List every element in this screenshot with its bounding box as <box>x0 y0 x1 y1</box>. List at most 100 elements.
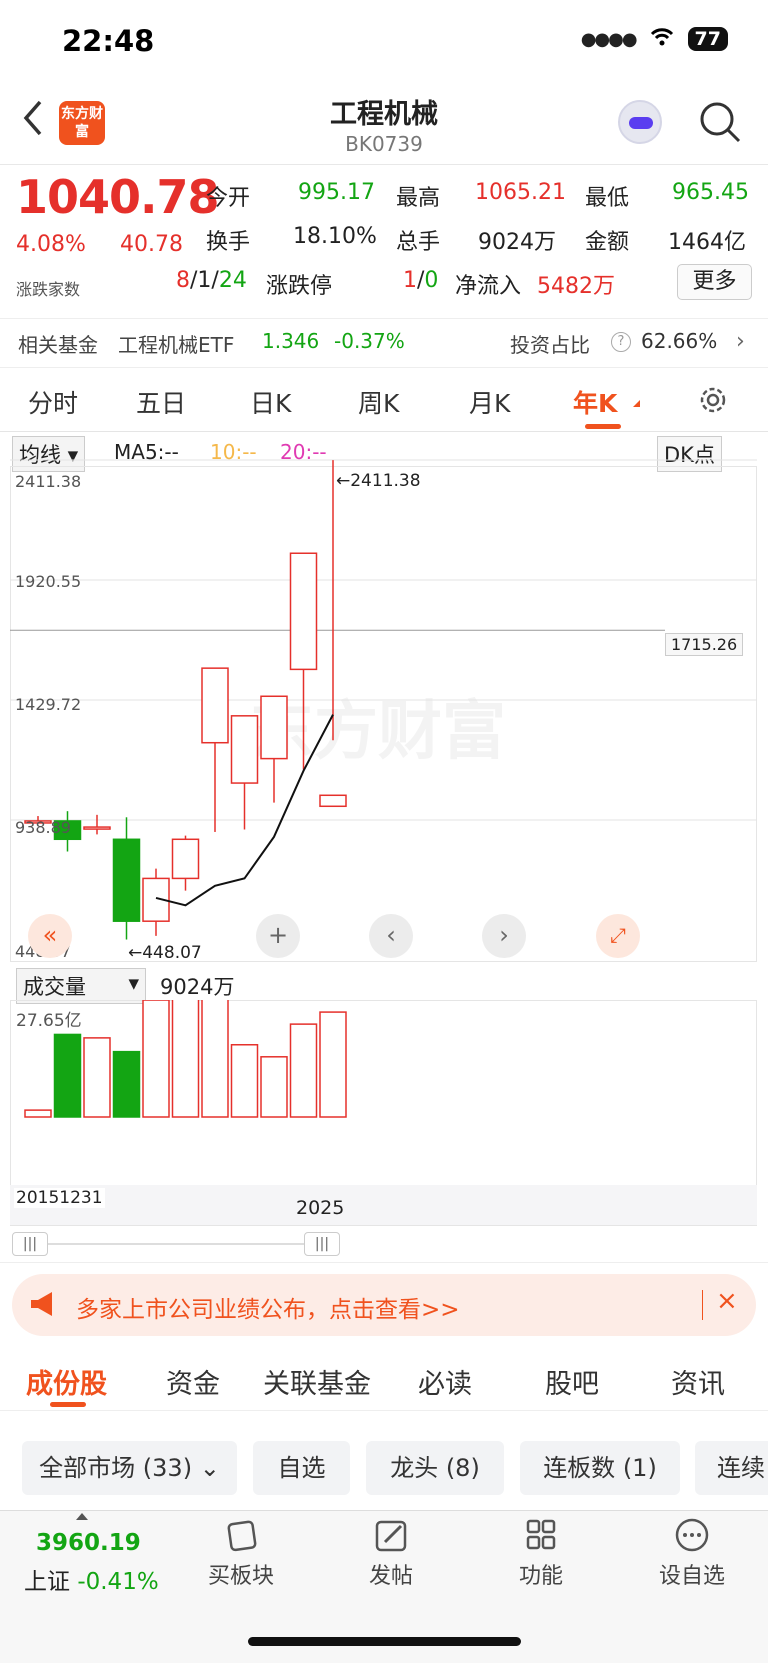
tab-month-k[interactable]: 月K <box>469 384 510 420</box>
related-fund-row[interactable]: 相关基金 工程机械ETF 1.346 -0.37% 投资占比 ? 62.66% … <box>0 318 768 368</box>
date-axis <box>10 1185 757 1225</box>
amount-value: 1464亿 <box>668 230 746 255</box>
add-watchlist-button[interactable]: 设自选 <box>637 1518 747 1590</box>
candle-body <box>319 794 347 808</box>
inflow-label: 净流入 <box>455 274 522 299</box>
high-label: 最高 <box>396 186 441 211</box>
chevron-left-icon[interactable]: ‹ <box>369 914 413 958</box>
fund-name: 工程机械ETF <box>118 333 235 357</box>
divider <box>0 1410 768 1411</box>
chip-consecutive[interactable]: 连续 <box>695 1441 768 1495</box>
volume-select[interactable]: 成交量 ▾ <box>16 968 146 1004</box>
fund-pct: -0.37% <box>334 329 405 353</box>
max-marker: ←2411.38 <box>336 471 421 491</box>
date-left: 20151231 <box>14 1188 105 1208</box>
candle-body <box>83 826 111 830</box>
low-label: 最低 <box>585 186 630 211</box>
volume-bar <box>112 1050 141 1118</box>
limit-counts: 1/0 <box>403 268 439 293</box>
current-price: 1040.78 <box>16 170 220 224</box>
chevron-right-icon[interactable]: › <box>482 914 526 958</box>
candlestick-svg <box>10 459 757 940</box>
ratio-value: 62.66% <box>641 329 718 353</box>
buy-icon <box>186 1518 296 1558</box>
period-tabs: 分时 五日 日K 周K 月K 年K <box>0 370 768 432</box>
tab-day-k[interactable]: 日K <box>250 384 291 420</box>
gear-icon[interactable] <box>697 384 729 420</box>
fund-price: 1.346 <box>262 329 320 353</box>
dropdown-corner-icon <box>633 400 640 407</box>
candle-body <box>289 552 318 671</box>
chip-limit-streak[interactable]: 连板数 (1) <box>520 1441 680 1495</box>
candle-body <box>112 838 141 922</box>
tab-year-k[interactable]: 年K <box>573 384 617 420</box>
chip-watchlist[interactable]: 自选 <box>253 1441 350 1495</box>
tab-must-read[interactable]: 必读 <box>418 1362 472 1401</box>
help-icon[interactable]: ? <box>611 332 631 352</box>
adv-counts: 8/1/24 <box>176 268 247 293</box>
wifi-icon <box>650 28 674 50</box>
tab-news[interactable]: 资讯 <box>671 1362 725 1401</box>
tab-forum[interactable]: 股吧 <box>545 1362 599 1401</box>
divider <box>0 164 768 165</box>
tab-5day[interactable]: 五日 <box>136 384 186 420</box>
index-value[interactable]: 3960.19 <box>36 1530 141 1556</box>
notice-banner[interactable]: 多家上市公司业绩公布，点击查看>> × <box>12 1274 756 1336</box>
more-button[interactable]: 更多 <box>677 264 752 300</box>
battery-icon: 77 <box>687 27 728 51</box>
post-button[interactable]: 发帖 <box>336 1518 446 1590</box>
chip-all-markets[interactable]: 全部市场 (33) ⌄ <box>22 1441 237 1495</box>
change-pct: 4.08% <box>16 232 86 257</box>
limit-label: 涨跌停 <box>266 274 333 299</box>
volume-bar <box>83 1037 111 1118</box>
tab-funds-flow[interactable]: 资金 <box>166 1362 220 1401</box>
axis-label-2: 1429.72 <box>15 695 82 714</box>
volume-max-label: 27.65亿 <box>16 1011 82 1031</box>
volume-bar <box>319 1011 347 1118</box>
axis-label-1: 1920.55 <box>15 572 82 591</box>
chip-leaders[interactable]: 龙头 (8) <box>366 1441 504 1495</box>
index-ticker[interactable]: 上证 -0.41% <box>24 1562 159 1596</box>
candle-body <box>171 838 200 880</box>
volume-bar <box>53 1033 82 1118</box>
tab-related-funds[interactable]: 关联基金 <box>263 1362 371 1401</box>
function-button[interactable]: 功能 <box>486 1518 596 1590</box>
inflow-value: 5482万 <box>537 274 615 299</box>
fullscreen-icon[interactable]: ⤢ <box>596 914 640 958</box>
turnover-label: 换手 <box>206 230 251 255</box>
date-right: 2025 <box>296 1197 345 1219</box>
open-label: 今开 <box>206 186 251 211</box>
min-marker: ←448.07 <box>128 943 202 963</box>
volume-bar <box>142 1000 170 1118</box>
notice-text: 多家上市公司业绩公布，点击查看>> <box>76 1297 460 1323</box>
turnover-value: 18.10% <box>293 224 377 249</box>
volume-value: 9024万 <box>478 230 556 255</box>
status-time: 22:48 <box>62 24 155 58</box>
fund-label: 相关基金 <box>18 333 98 357</box>
divider <box>0 1262 768 1263</box>
change-amount: 40.78 <box>120 232 183 257</box>
status-icons: ●●●● 77 <box>581 27 728 51</box>
more-dots-icon <box>637 1518 747 1558</box>
volume-label: 总手 <box>396 230 441 255</box>
zoom-in-icon[interactable]: + <box>256 914 300 958</box>
search-icon[interactable] <box>698 100 742 148</box>
buy-sector-button[interactable]: 买板块 <box>186 1518 296 1590</box>
signal-icon: ●●●● <box>580 28 638 50</box>
volume-bar <box>24 1109 52 1118</box>
range-handle-left[interactable]: ||| <box>12 1232 48 1256</box>
adv-label: 涨跌家数 <box>16 280 81 299</box>
tab-week-k[interactable]: 周K <box>358 384 399 420</box>
axis-label-3: 938.89 <box>15 818 71 837</box>
caret-up-icon <box>76 1513 88 1520</box>
amount-label: 金额 <box>585 230 630 255</box>
rewind-icon[interactable]: « <box>28 914 72 958</box>
range-handle-right[interactable]: ||| <box>304 1232 340 1256</box>
volume-bar <box>201 1000 229 1118</box>
tab-constituents[interactable]: 成份股 <box>26 1362 107 1401</box>
chevron-right-icon: › <box>736 329 745 354</box>
robot-assistant-icon[interactable] <box>618 100 662 144</box>
tab-intraday[interactable]: 分时 <box>28 384 78 420</box>
close-icon[interactable]: × <box>716 1286 738 1316</box>
ratio-label: 投资占比 <box>510 333 590 357</box>
